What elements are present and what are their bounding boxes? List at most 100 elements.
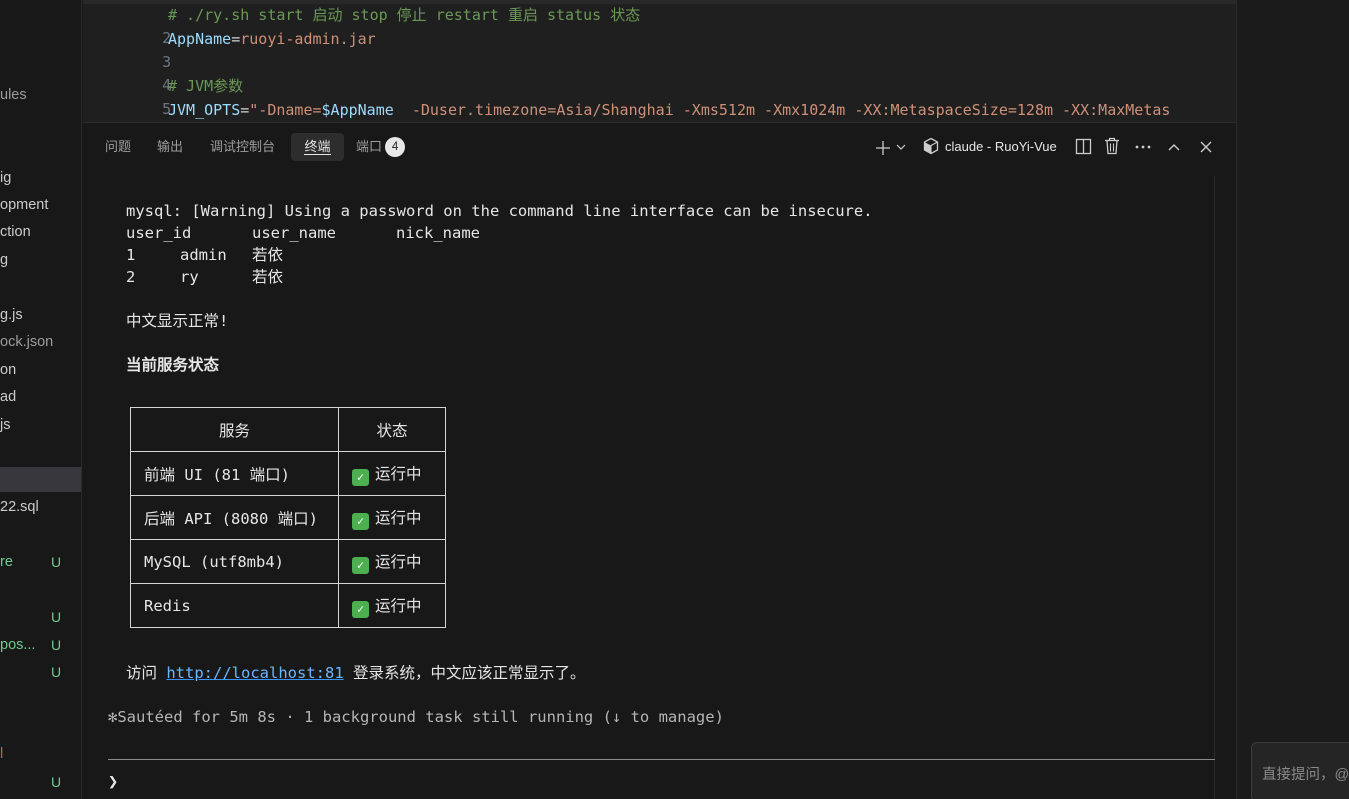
check-icon: ✓ xyxy=(352,512,369,530)
query-cell: ry xyxy=(180,268,199,286)
status-spinner-line: ✻Sautéed for 5m 8s · 1 background task s… xyxy=(108,706,724,728)
query-cell: nick_name xyxy=(396,224,480,242)
service-name: MySQL (utf8mb4) xyxy=(130,539,339,584)
query-header: user_id user_name nick_name xyxy=(126,222,726,244)
check-icon: ✓ xyxy=(352,600,369,618)
prompt-chevron-icon: ❯ xyxy=(108,772,119,792)
tab-label: 终端 xyxy=(304,139,331,155)
code-line[interactable]: 4 xyxy=(83,51,171,94)
tab-output[interactable]: 输出 xyxy=(149,133,191,161)
chinese-ok-message: 中文显示正常! xyxy=(126,312,229,330)
tab-debug-console[interactable]: 调试控制台 xyxy=(202,133,283,161)
code-token: # ./ry.sh start 启动 stop 停止 restart 重启 st… xyxy=(168,6,641,24)
chat-input[interactable]: 直接提问，@ xyxy=(1251,742,1349,799)
terminal-output[interactable]: mysql: [Warning] Using a password on the… xyxy=(83,173,1236,799)
sidebar-item[interactable]: re xyxy=(0,550,13,574)
service-status: ✓ 运行中 xyxy=(338,451,446,496)
plus-icon[interactable] xyxy=(873,136,893,158)
sidebar-item[interactable]: g xyxy=(0,248,8,272)
terminal-scrollbar[interactable] xyxy=(1214,176,1236,799)
git-status-badge: U xyxy=(51,774,62,790)
code-token: "-Dname= xyxy=(249,101,322,119)
tab-label: 输出 xyxy=(157,139,184,154)
status-heading: 当前服务状态 xyxy=(126,356,220,374)
tab-terminal[interactable]: 终端 xyxy=(291,133,344,161)
terminal-profile-icon[interactable] xyxy=(921,136,941,158)
column-header: 状态 xyxy=(338,407,446,452)
explorer-sidebar: ules ig opment ction g g.js ock.json on … xyxy=(0,0,82,799)
spinner-text: Sautéed for 5m 8s · 1 background task st… xyxy=(117,708,724,726)
close-icon[interactable] xyxy=(1196,136,1216,158)
query-row: 1 admin 若依 xyxy=(126,244,726,266)
chat-input-placeholder: 直接提问，@ xyxy=(1262,767,1349,783)
code-line[interactable]: 5 # JVM参数 xyxy=(83,75,243,118)
service-status: ✓ 运行中 xyxy=(338,495,446,540)
git-status-badge: U xyxy=(51,637,62,653)
code-token: ruoyi-admin.jar xyxy=(240,30,376,48)
more-icon[interactable] xyxy=(1132,136,1154,158)
query-cell: user_name xyxy=(252,224,336,242)
sidebar-item[interactable]: ad xyxy=(0,385,16,409)
query-cell: user_id xyxy=(126,224,192,242)
sidebar-item[interactable]: ction xyxy=(0,220,31,244)
query-cell: 2 xyxy=(126,268,136,286)
code-line[interactable]: 6 JVM_OPTS="-Dname=$AppName -Duser.timez… xyxy=(83,99,1170,122)
table-row: 前端 UI (81 端口) ✓ 运行中 xyxy=(130,451,446,496)
query-cell: 若依 xyxy=(252,268,284,286)
sidebar-item[interactable]: ock.json xyxy=(0,330,53,354)
tab-label: 端口 xyxy=(356,139,383,154)
code-token: JVM_OPTS xyxy=(168,101,241,119)
bottom-panel: 问题 输出 调试控制台 终端 端口 4 claude - RuoYi-Vue m… xyxy=(83,122,1236,799)
localhost-link[interactable]: http://localhost:81 xyxy=(166,664,343,682)
code-line[interactable]: 2 # ./ry.sh start 启动 stop 停止 restart 重启 … xyxy=(83,4,640,47)
code-token: -Duser.timezone=Asia/Shanghai -Xms512m -… xyxy=(393,101,1171,119)
tab-problems[interactable]: 问题 xyxy=(97,133,139,161)
prompt-divider xyxy=(108,759,1215,760)
code-text: JVM_OPTS="-Dname=$AppName -Duser.timezon… xyxy=(168,99,1170,122)
terminal-name[interactable]: claude - RuoYi-Vue xyxy=(945,136,1057,158)
secondary-sidebar xyxy=(1236,0,1349,799)
git-status-badge: U xyxy=(51,664,62,680)
code-token: # JVM参数 xyxy=(168,77,244,95)
tab-label: 问题 xyxy=(105,139,132,154)
sidebar-item[interactable]: js xyxy=(0,413,10,437)
service-status-table: 服务 状态 前端 UI (81 端口) ✓ 运行中 后端 API (8080 端口… xyxy=(130,407,446,628)
status-text: 运行中 xyxy=(375,464,422,483)
code-text: # ./ry.sh start 启动 stop 停止 restart 重启 st… xyxy=(168,4,640,27)
status-text: 运行中 xyxy=(375,552,422,571)
code-editor[interactable]: 2 # ./ry.sh start 启动 stop 停止 restart 重启 … xyxy=(83,0,1236,122)
tab-label: 调试控制台 xyxy=(210,139,276,154)
chevron-down-icon[interactable] xyxy=(894,136,908,158)
visit-message: 访问 http://localhost:81 登录系统，中文应该正常显示了。 xyxy=(126,662,586,684)
sidebar-selected-row[interactable] xyxy=(0,467,81,492)
spinner-icon: ✻ xyxy=(108,708,118,726)
prompt-input[interactable]: ❯ xyxy=(108,770,118,794)
code-token: AppName xyxy=(168,30,232,48)
trash-icon[interactable] xyxy=(1102,136,1122,158)
sidebar-item[interactable]: pos... xyxy=(0,633,35,657)
sidebar-item[interactable]: ules xyxy=(0,83,27,107)
code-token: $AppName xyxy=(321,101,394,119)
code-line[interactable]: 3 AppName=ruoyi-admin.jar xyxy=(83,28,376,71)
status-text: 运行中 xyxy=(375,596,422,615)
status-text: 运行中 xyxy=(375,508,422,527)
table-header-row: 服务 状态 xyxy=(130,407,446,452)
ports-count-badge: 4 xyxy=(385,137,406,157)
service-status: ✓ 运行中 xyxy=(338,539,446,584)
sidebar-item[interactable]: l xyxy=(0,742,3,766)
service-name: 后端 API (8080 端口) xyxy=(130,495,339,540)
sidebar-item[interactable]: 22.sql xyxy=(0,495,39,519)
check-icon: ✓ xyxy=(352,468,369,486)
tab-ports[interactable]: 端口 4 xyxy=(348,133,413,161)
terminal-warning-line: mysql: [Warning] Using a password on the… xyxy=(126,202,873,220)
split-icon[interactable] xyxy=(1073,136,1093,158)
sidebar-item[interactable]: ig xyxy=(0,166,11,190)
sidebar-item[interactable]: g.js xyxy=(0,303,23,327)
visit-prefix: 访问 xyxy=(126,664,167,682)
table-row: MySQL (utf8mb4) ✓ 运行中 xyxy=(130,539,446,584)
sidebar-item[interactable]: opment xyxy=(0,193,48,217)
sidebar-item[interactable]: on xyxy=(0,358,16,382)
check-icon: ✓ xyxy=(352,556,369,574)
maximize-icon[interactable] xyxy=(1164,136,1184,158)
table-row: 后端 API (8080 端口) ✓ 运行中 xyxy=(130,495,446,540)
